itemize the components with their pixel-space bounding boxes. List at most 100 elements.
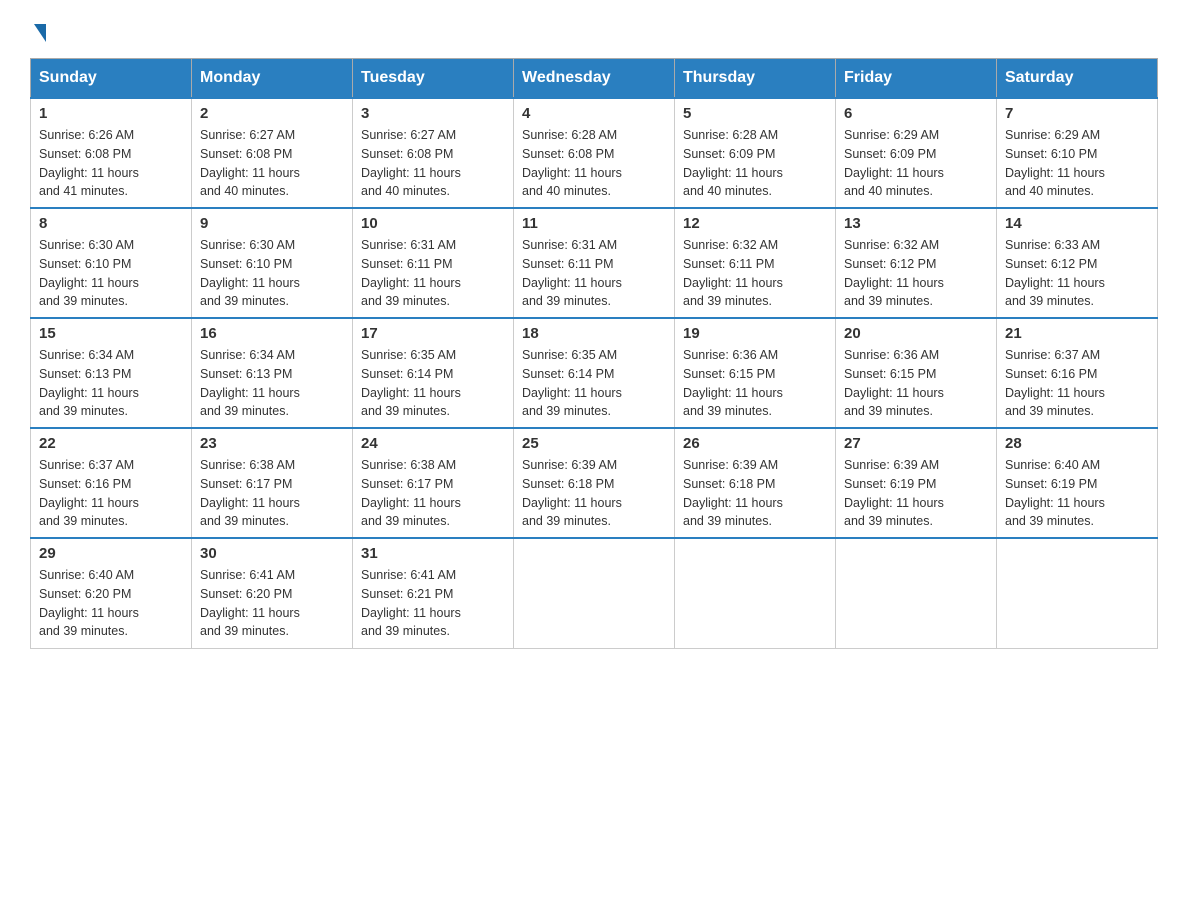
day-info: Sunrise: 6:31 AMSunset: 6:11 PMDaylight:…: [361, 238, 461, 308]
day-number: 30: [200, 545, 344, 562]
calendar-cell: 25 Sunrise: 6:39 AMSunset: 6:18 PMDaylig…: [514, 428, 675, 538]
calendar-cell: 19 Sunrise: 6:36 AMSunset: 6:15 PMDaylig…: [675, 318, 836, 428]
column-header-wednesday: Wednesday: [514, 59, 675, 99]
day-info: Sunrise: 6:36 AMSunset: 6:15 PMDaylight:…: [683, 348, 783, 418]
day-info: Sunrise: 6:35 AMSunset: 6:14 PMDaylight:…: [361, 348, 461, 418]
day-number: 11: [522, 215, 666, 232]
calendar-cell: [836, 538, 997, 648]
day-info: Sunrise: 6:41 AMSunset: 6:20 PMDaylight:…: [200, 568, 300, 638]
calendar-cell: 4 Sunrise: 6:28 AMSunset: 6:08 PMDayligh…: [514, 98, 675, 208]
day-number: 10: [361, 215, 505, 232]
day-number: 28: [1005, 435, 1149, 452]
calendar-cell: [514, 538, 675, 648]
day-number: 20: [844, 325, 988, 342]
calendar-cell: 26 Sunrise: 6:39 AMSunset: 6:18 PMDaylig…: [675, 428, 836, 538]
calendar-cell: 30 Sunrise: 6:41 AMSunset: 6:20 PMDaylig…: [192, 538, 353, 648]
logo: [30, 20, 46, 38]
calendar-cell: 31 Sunrise: 6:41 AMSunset: 6:21 PMDaylig…: [353, 538, 514, 648]
day-info: Sunrise: 6:36 AMSunset: 6:15 PMDaylight:…: [844, 348, 944, 418]
day-info: Sunrise: 6:32 AMSunset: 6:12 PMDaylight:…: [844, 238, 944, 308]
calendar-cell: 13 Sunrise: 6:32 AMSunset: 6:12 PMDaylig…: [836, 208, 997, 318]
day-number: 16: [200, 325, 344, 342]
day-info: Sunrise: 6:37 AMSunset: 6:16 PMDaylight:…: [1005, 348, 1105, 418]
calendar-cell: 23 Sunrise: 6:38 AMSunset: 6:17 PMDaylig…: [192, 428, 353, 538]
column-header-thursday: Thursday: [675, 59, 836, 99]
calendar-cell: 24 Sunrise: 6:38 AMSunset: 6:17 PMDaylig…: [353, 428, 514, 538]
calendar-cell: [675, 538, 836, 648]
day-number: 25: [522, 435, 666, 452]
calendar-cell: 17 Sunrise: 6:35 AMSunset: 6:14 PMDaylig…: [353, 318, 514, 428]
day-number: 5: [683, 105, 827, 122]
calendar-cell: 10 Sunrise: 6:31 AMSunset: 6:11 PMDaylig…: [353, 208, 514, 318]
day-number: 21: [1005, 325, 1149, 342]
day-number: 18: [522, 325, 666, 342]
calendar-cell: 6 Sunrise: 6:29 AMSunset: 6:09 PMDayligh…: [836, 98, 997, 208]
week-row-4: 22 Sunrise: 6:37 AMSunset: 6:16 PMDaylig…: [31, 428, 1158, 538]
day-info: Sunrise: 6:40 AMSunset: 6:19 PMDaylight:…: [1005, 458, 1105, 528]
calendar-cell: 11 Sunrise: 6:31 AMSunset: 6:11 PMDaylig…: [514, 208, 675, 318]
calendar-cell: 22 Sunrise: 6:37 AMSunset: 6:16 PMDaylig…: [31, 428, 192, 538]
day-info: Sunrise: 6:34 AMSunset: 6:13 PMDaylight:…: [39, 348, 139, 418]
day-number: 9: [200, 215, 344, 232]
calendar-cell: 28 Sunrise: 6:40 AMSunset: 6:19 PMDaylig…: [997, 428, 1158, 538]
calendar-cell: 12 Sunrise: 6:32 AMSunset: 6:11 PMDaylig…: [675, 208, 836, 318]
calendar-table: SundayMondayTuesdayWednesdayThursdayFrid…: [30, 58, 1158, 649]
day-number: 31: [361, 545, 505, 562]
day-info: Sunrise: 6:38 AMSunset: 6:17 PMDaylight:…: [200, 458, 300, 528]
day-number: 26: [683, 435, 827, 452]
logo-arrow-icon: [34, 24, 46, 42]
day-info: Sunrise: 6:27 AMSunset: 6:08 PMDaylight:…: [200, 128, 300, 198]
day-number: 12: [683, 215, 827, 232]
calendar-cell: 2 Sunrise: 6:27 AMSunset: 6:08 PMDayligh…: [192, 98, 353, 208]
calendar-cell: 16 Sunrise: 6:34 AMSunset: 6:13 PMDaylig…: [192, 318, 353, 428]
column-header-tuesday: Tuesday: [353, 59, 514, 99]
day-number: 27: [844, 435, 988, 452]
day-number: 13: [844, 215, 988, 232]
day-number: 23: [200, 435, 344, 452]
calendar-cell: 9 Sunrise: 6:30 AMSunset: 6:10 PMDayligh…: [192, 208, 353, 318]
day-info: Sunrise: 6:33 AMSunset: 6:12 PMDaylight:…: [1005, 238, 1105, 308]
day-number: 22: [39, 435, 183, 452]
calendar-cell: 5 Sunrise: 6:28 AMSunset: 6:09 PMDayligh…: [675, 98, 836, 208]
day-number: 4: [522, 105, 666, 122]
week-row-2: 8 Sunrise: 6:30 AMSunset: 6:10 PMDayligh…: [31, 208, 1158, 318]
day-number: 17: [361, 325, 505, 342]
day-info: Sunrise: 6:41 AMSunset: 6:21 PMDaylight:…: [361, 568, 461, 638]
week-row-3: 15 Sunrise: 6:34 AMSunset: 6:13 PMDaylig…: [31, 318, 1158, 428]
column-header-friday: Friday: [836, 59, 997, 99]
calendar-cell: 8 Sunrise: 6:30 AMSunset: 6:10 PMDayligh…: [31, 208, 192, 318]
day-info: Sunrise: 6:29 AMSunset: 6:10 PMDaylight:…: [1005, 128, 1105, 198]
day-number: 1: [39, 105, 183, 122]
calendar-cell: 21 Sunrise: 6:37 AMSunset: 6:16 PMDaylig…: [997, 318, 1158, 428]
day-number: 14: [1005, 215, 1149, 232]
calendar-cell: 20 Sunrise: 6:36 AMSunset: 6:15 PMDaylig…: [836, 318, 997, 428]
day-info: Sunrise: 6:29 AMSunset: 6:09 PMDaylight:…: [844, 128, 944, 198]
day-info: Sunrise: 6:40 AMSunset: 6:20 PMDaylight:…: [39, 568, 139, 638]
day-number: 6: [844, 105, 988, 122]
day-number: 15: [39, 325, 183, 342]
calendar-cell: 7 Sunrise: 6:29 AMSunset: 6:10 PMDayligh…: [997, 98, 1158, 208]
column-header-sunday: Sunday: [31, 59, 192, 99]
day-info: Sunrise: 6:38 AMSunset: 6:17 PMDaylight:…: [361, 458, 461, 528]
day-number: 8: [39, 215, 183, 232]
day-number: 19: [683, 325, 827, 342]
column-header-monday: Monday: [192, 59, 353, 99]
calendar-cell: 3 Sunrise: 6:27 AMSunset: 6:08 PMDayligh…: [353, 98, 514, 208]
week-row-1: 1 Sunrise: 6:26 AMSunset: 6:08 PMDayligh…: [31, 98, 1158, 208]
day-info: Sunrise: 6:30 AMSunset: 6:10 PMDaylight:…: [39, 238, 139, 308]
day-number: 29: [39, 545, 183, 562]
calendar-cell: 1 Sunrise: 6:26 AMSunset: 6:08 PMDayligh…: [31, 98, 192, 208]
calendar-cell: 27 Sunrise: 6:39 AMSunset: 6:19 PMDaylig…: [836, 428, 997, 538]
day-info: Sunrise: 6:39 AMSunset: 6:18 PMDaylight:…: [522, 458, 622, 528]
day-number: 3: [361, 105, 505, 122]
week-row-5: 29 Sunrise: 6:40 AMSunset: 6:20 PMDaylig…: [31, 538, 1158, 648]
day-number: 7: [1005, 105, 1149, 122]
day-info: Sunrise: 6:30 AMSunset: 6:10 PMDaylight:…: [200, 238, 300, 308]
day-info: Sunrise: 6:26 AMSunset: 6:08 PMDaylight:…: [39, 128, 139, 198]
page-header: [30, 20, 1158, 38]
day-info: Sunrise: 6:28 AMSunset: 6:08 PMDaylight:…: [522, 128, 622, 198]
calendar-cell: 18 Sunrise: 6:35 AMSunset: 6:14 PMDaylig…: [514, 318, 675, 428]
calendar-cell: 14 Sunrise: 6:33 AMSunset: 6:12 PMDaylig…: [997, 208, 1158, 318]
day-info: Sunrise: 6:39 AMSunset: 6:19 PMDaylight:…: [844, 458, 944, 528]
calendar-header-row: SundayMondayTuesdayWednesdayThursdayFrid…: [31, 59, 1158, 99]
